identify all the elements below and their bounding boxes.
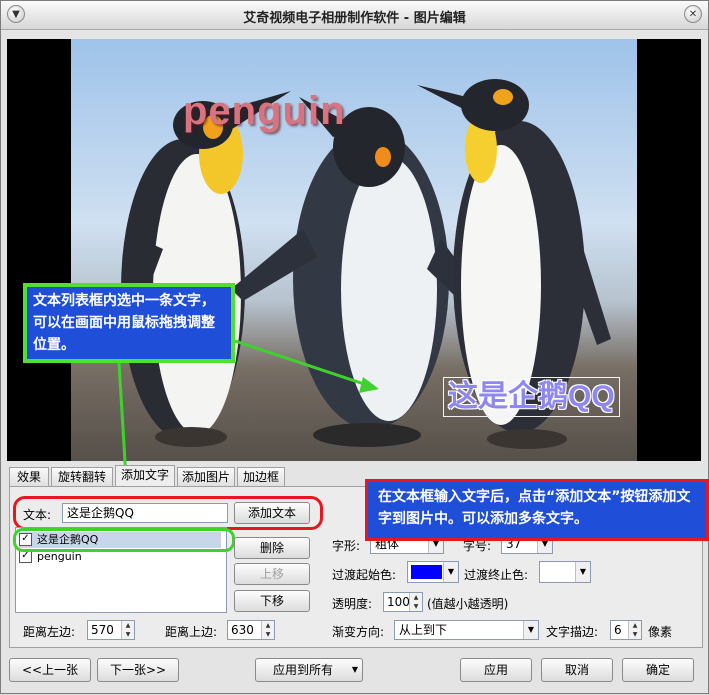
delete-button[interactable]: 删除: [234, 537, 310, 559]
gradient-direction-label: 渐变方向:: [332, 625, 385, 639]
chevron-down-icon[interactable]: ▼: [575, 562, 590, 582]
left-distance-value: 570: [91, 623, 114, 637]
left-distance-label: 距离左边:: [23, 625, 76, 639]
list-selection-highlight: [13, 528, 235, 552]
spin-arrows-icon[interactable]: ▲ ▼: [628, 621, 641, 639]
stroke-unit: 像素: [648, 625, 673, 639]
tab-rotate-flip[interactable]: 旋转翻转: [51, 467, 113, 486]
opacity-label: 透明度:: [332, 597, 373, 611]
close-button[interactable]: ✕: [684, 5, 702, 23]
prev-button[interactable]: <<上一张: [9, 658, 91, 682]
title-bar: ▼ 艾奇视频电子相册制作软件 - 图片编辑 ✕: [1, 1, 708, 30]
gradient-end-swatch: [543, 565, 574, 579]
gradient-direction-value: 从上到下: [399, 623, 448, 637]
tip-callout-add-text: 在文本框输入文字后，点击“添加文本”按钮添加文字到图片中。可以添加多条文字。: [365, 479, 709, 541]
penguin-photo: penguin 这是企鹅QQ: [71, 39, 637, 461]
tab-add-border[interactable]: 加边框: [237, 467, 285, 486]
stroke-label: 文字描边:: [546, 625, 599, 639]
top-distance-label: 距离上边:: [165, 625, 218, 639]
window-title: 艾奇视频电子相册制作软件 - 图片编辑: [243, 11, 466, 26]
spin-arrows-icon[interactable]: ▲ ▼: [121, 621, 134, 639]
apply-all-label: 应用到所有: [272, 663, 333, 677]
image-preview[interactable]: penguin 这是企鹅QQ: [7, 39, 701, 461]
tip-callout-drag: 文本列表框内选中一条文字，可以在画面中用鼠标拖拽调整位置。: [23, 283, 235, 363]
add-text-highlight: [13, 496, 323, 530]
top-distance-value: 630: [231, 623, 254, 637]
gradient-start-label: 过渡起始色:: [332, 568, 397, 582]
move-down-button[interactable]: 下移: [234, 590, 310, 612]
close-icon: ✕: [688, 8, 698, 20]
tab-effect[interactable]: 效果: [9, 467, 49, 486]
apply-button[interactable]: 应用: [460, 658, 532, 682]
cancel-button[interactable]: 取消: [541, 658, 613, 682]
gradient-end-label: 过渡终止色:: [464, 568, 529, 582]
opacity-hint: (值越小越透明): [427, 597, 509, 611]
tab-add-image[interactable]: 添加图片: [177, 467, 235, 486]
gradient-start-swatch: [411, 565, 442, 579]
spin-arrows-icon[interactable]: ▲ ▼: [261, 621, 274, 639]
font-style-label: 字形:: [332, 539, 361, 553]
overlay-text-selected[interactable]: 这是企鹅QQ: [443, 377, 620, 417]
move-up-button[interactable]: 上移: [234, 563, 310, 585]
chevron-down-icon[interactable]: ▼: [443, 562, 458, 582]
overlay-text-penguin[interactable]: penguin: [183, 89, 346, 134]
opacity-spinner[interactable]: 100 ▲ ▼: [383, 592, 423, 612]
stroke-spinner[interactable]: 6 ▲ ▼: [610, 620, 642, 640]
gradient-end-color-picker[interactable]: ▼: [539, 561, 591, 583]
chevron-down-icon[interactable]: ▼: [523, 621, 538, 639]
top-distance-spinner[interactable]: 630 ▲ ▼: [227, 620, 275, 640]
image-edit-window: ▼ 艾奇视频电子相册制作软件 - 图片编辑 ✕ penguin 这是企鹅QQ 文…: [0, 0, 709, 694]
gradient-start-color-picker[interactable]: ▼: [407, 561, 459, 583]
opacity-value: 100: [387, 595, 410, 609]
ok-button[interactable]: 确定: [622, 658, 694, 682]
next-button[interactable]: 下一张>>: [97, 658, 179, 682]
left-distance-spinner[interactable]: 570 ▲ ▼: [87, 620, 135, 640]
spin-arrows-icon[interactable]: ▲ ▼: [409, 593, 422, 611]
tab-add-text[interactable]: 添加文字: [115, 465, 175, 486]
gradient-direction-select[interactable]: 从上到下 ▼: [394, 620, 539, 640]
apply-all-button[interactable]: 应用到所有 ▼: [255, 658, 363, 682]
chevron-down-icon[interactable]: ▼: [352, 659, 358, 681]
stroke-value: 6: [614, 623, 622, 637]
